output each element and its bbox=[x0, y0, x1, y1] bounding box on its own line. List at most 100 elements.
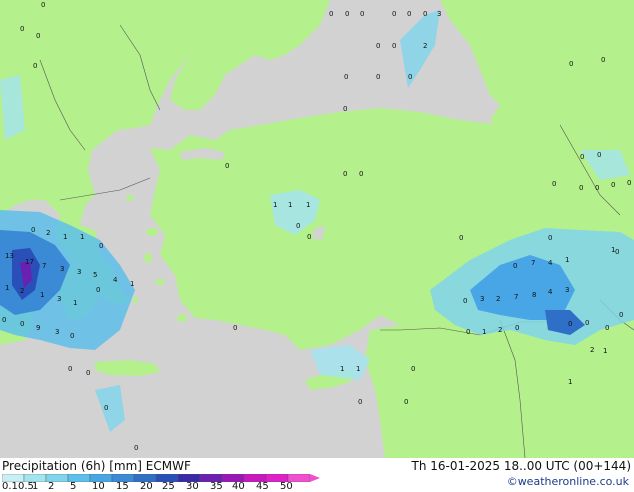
precip-value: 1 bbox=[73, 299, 77, 307]
precip-value: 0 bbox=[134, 444, 138, 452]
precip-value: 0 bbox=[548, 234, 552, 242]
precip-value: 1 bbox=[273, 201, 277, 209]
precip-value: 0 bbox=[407, 10, 411, 18]
precip-value: 1 bbox=[288, 201, 292, 209]
island-naxos bbox=[132, 297, 138, 303]
precip-value: 3 bbox=[77, 268, 81, 276]
precip-value: 0 bbox=[463, 297, 467, 305]
precip-value: 0 bbox=[595, 184, 599, 192]
precip-value: 0 bbox=[611, 181, 615, 189]
precip-value: 0 bbox=[579, 184, 583, 192]
precip-value: 1 bbox=[340, 365, 344, 373]
precip-value: 4 bbox=[548, 259, 553, 267]
island-samos bbox=[155, 279, 165, 285]
precip-value: 0 bbox=[33, 62, 37, 70]
precip-value: 2 bbox=[423, 42, 427, 50]
island-lesbos bbox=[146, 228, 158, 236]
precip-value: 0 bbox=[515, 324, 519, 332]
precip-value: 0 bbox=[359, 170, 363, 178]
precip-value: 1 bbox=[482, 328, 486, 336]
precip-value: 0 bbox=[68, 365, 72, 373]
precip-value: 1 bbox=[63, 233, 67, 241]
precip-value: 0 bbox=[343, 170, 347, 178]
precip-value: 7 bbox=[531, 259, 535, 267]
precip-value: 0 bbox=[423, 10, 427, 18]
precip-value: 0 bbox=[568, 320, 572, 328]
map-canvas: 0 0 0 0 0 0 0 3 0 0 2 0 0 0 0 0 0 0 0 0 … bbox=[0, 0, 634, 458]
precip-value: 7 bbox=[42, 262, 46, 270]
color-scale-label: 0.1 bbox=[2, 481, 18, 492]
precip-value: 2 bbox=[46, 229, 50, 237]
precip-value: 0 bbox=[233, 324, 237, 332]
precip-value: 1 bbox=[130, 280, 134, 288]
precip-value: 13 bbox=[5, 252, 14, 260]
precip-value: 7 bbox=[514, 293, 518, 301]
credit-link[interactable]: ©weatheronline.co.uk bbox=[507, 475, 629, 488]
precip-value: 0 bbox=[360, 10, 364, 18]
precip-value: 1 bbox=[306, 201, 310, 209]
color-scale-label: 20 bbox=[140, 481, 153, 492]
precip-value: 4 bbox=[548, 288, 553, 296]
precip-value: 2 bbox=[496, 295, 500, 303]
precip-value: 0 bbox=[605, 324, 609, 332]
precip-value: 0 bbox=[41, 1, 45, 9]
precip-value: 0 bbox=[569, 60, 573, 68]
precip-value: 0 bbox=[466, 328, 470, 336]
footer-bar: Precipitation (6h) [mm] ECMWF Th 16-01-2… bbox=[0, 458, 634, 492]
precip-value: 1 bbox=[565, 256, 569, 264]
color-scale-label: 50 bbox=[280, 481, 293, 492]
precip-value: 0 bbox=[408, 73, 412, 81]
precip-value: 0 bbox=[20, 320, 24, 328]
color-scale-label: 1 bbox=[32, 481, 39, 492]
precip-value: 3 bbox=[55, 328, 59, 336]
color-scale-label: 40 bbox=[232, 481, 245, 492]
precip-value: 2 bbox=[498, 326, 502, 334]
precip-value: 0 bbox=[376, 73, 380, 81]
precip-value: 0 bbox=[392, 10, 396, 18]
island-lemnos bbox=[126, 195, 134, 201]
precip-value: 0 bbox=[601, 56, 605, 64]
precip-value: 1 bbox=[40, 291, 44, 299]
precip-value: 0 bbox=[580, 153, 584, 161]
precip-value: 1 bbox=[603, 347, 607, 355]
precip-value: 3 bbox=[437, 10, 441, 18]
precip-value: 4 bbox=[113, 276, 118, 284]
precip-value: 0 bbox=[404, 398, 408, 406]
precip-value: 0 bbox=[585, 319, 589, 327]
precip-value: 1 bbox=[80, 233, 84, 241]
color-scale-label: 30 bbox=[186, 481, 199, 492]
precip-value: 0 bbox=[597, 151, 601, 159]
precip-value: 1 bbox=[356, 365, 360, 373]
precip-value: 0 bbox=[392, 42, 396, 50]
map-title: Precipitation (6h) [mm] ECMWF bbox=[2, 459, 191, 473]
precip-value: 0 bbox=[86, 369, 90, 377]
precip-value: 1 bbox=[568, 378, 572, 386]
precip-value: 1 bbox=[5, 284, 9, 292]
precip-value: 2 bbox=[20, 287, 24, 295]
precip-value: 0 bbox=[225, 162, 229, 170]
precip-value: 0 bbox=[36, 32, 40, 40]
precip-value: 0 bbox=[307, 233, 311, 241]
precip-value: 0 bbox=[104, 404, 108, 412]
precip-value: 0 bbox=[459, 234, 463, 242]
precip-value: 0 bbox=[411, 365, 415, 373]
precip-value: 0 bbox=[20, 25, 24, 33]
precip-value: 0 bbox=[31, 226, 35, 234]
color-scale-label: 2 bbox=[48, 481, 55, 492]
precip-value: 0 bbox=[2, 316, 6, 324]
color-scale-label: 15 bbox=[116, 481, 129, 492]
precip-value: 0 bbox=[329, 10, 333, 18]
precip-value: 3 bbox=[565, 286, 569, 294]
precip-value: 0 bbox=[376, 42, 380, 50]
precip-value: 0 bbox=[552, 180, 556, 188]
precip-value: 2 bbox=[590, 346, 594, 354]
color-scale-label: 45 bbox=[256, 481, 269, 492]
precip-value: 0 bbox=[344, 73, 348, 81]
precip-value: 0 bbox=[343, 105, 347, 113]
precip-value: 0 bbox=[345, 10, 349, 18]
precip-value: 0 bbox=[619, 311, 623, 319]
precip-value: 0 bbox=[513, 262, 517, 270]
precip-value: 3 bbox=[480, 295, 484, 303]
precip-value: 17 bbox=[25, 258, 34, 266]
color-scale-label: 10 bbox=[92, 481, 105, 492]
